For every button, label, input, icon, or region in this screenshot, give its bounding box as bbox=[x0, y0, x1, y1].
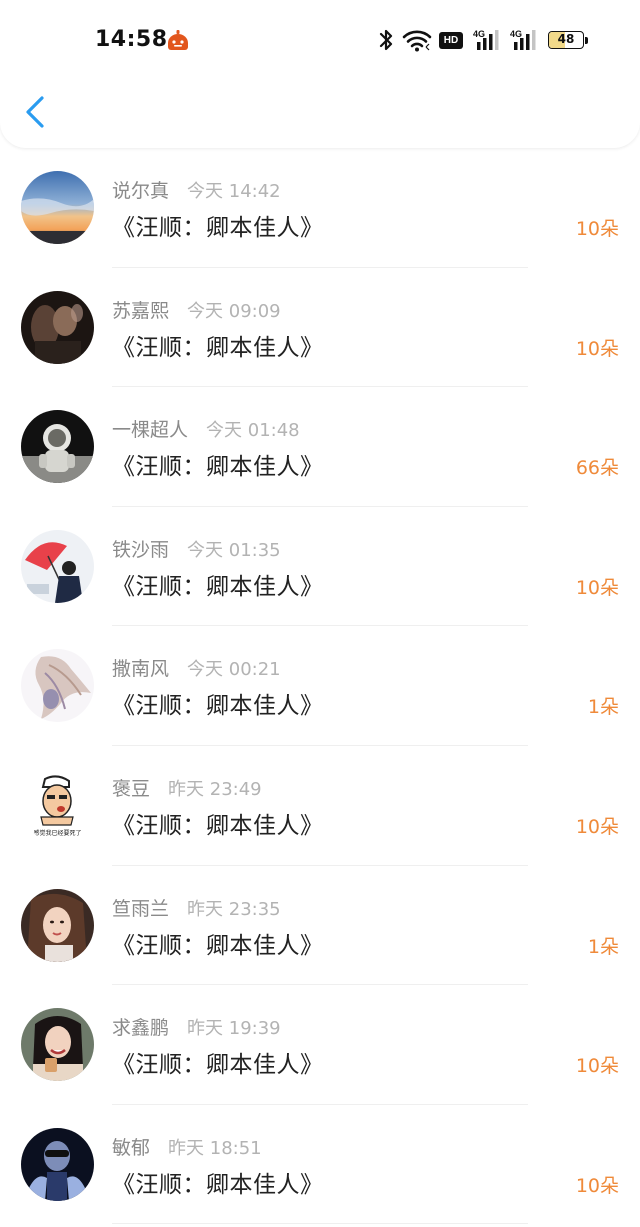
gift-record-list: 说尔真 今天 14:42 《汪顺：卿本佳人》 10朵 苏嘉熙 今天 09:09 《汪… bbox=[0, 148, 640, 1225]
user-name: 求鑫鹏 bbox=[112, 1017, 170, 1040]
header: 14:58 HD 4G 4G 48 bbox=[0, 0, 640, 148]
work-title: 《汪顺：卿本佳人》 bbox=[112, 1171, 324, 1198]
svg-text:4G: 4G bbox=[473, 29, 485, 39]
gift-amount: 1朵 bbox=[587, 935, 619, 958]
time-label: 今天 09:09 bbox=[187, 300, 281, 322]
gift-amount: 10朵 bbox=[575, 337, 619, 360]
list-item[interactable]: 铁沙雨 今天 01:35 《汪顺：卿本佳人》 10朵 bbox=[0, 507, 640, 627]
time-label: 今天 01:35 bbox=[187, 539, 281, 561]
avatar-caption: 感觉我已经要死了 bbox=[33, 829, 81, 837]
avatar[interactable] bbox=[21, 649, 94, 723]
user-name: 笪雨兰 bbox=[112, 897, 170, 920]
user-name: 敏郁 bbox=[112, 1136, 151, 1159]
list-item[interactable]: 一棵超人 今天 01:48 《汪顺：卿本佳人》 66朵 bbox=[0, 387, 640, 507]
wifi-icon bbox=[402, 27, 432, 57]
time-label: 今天 00:21 bbox=[187, 659, 281, 681]
signal-icon: 4G bbox=[473, 28, 503, 52]
list-item[interactable]: 苏嘉熙 今天 09:09 《汪顺：卿本佳人》 10朵 bbox=[0, 268, 640, 388]
avatar[interactable] bbox=[21, 1127, 94, 1201]
work-title: 《汪顺：卿本佳人》 bbox=[112, 215, 324, 241]
list-item[interactable]: 敏郁 昨天 18:51 《汪顺：卿本佳人》 10朵 bbox=[0, 1105, 640, 1225]
time-label: 昨天 19:39 bbox=[187, 1018, 281, 1040]
work-title: 《汪顺：卿本佳人》 bbox=[112, 573, 324, 600]
avatar[interactable] bbox=[21, 888, 94, 962]
battery-cap bbox=[585, 37, 588, 44]
hd-voice-icon: HD bbox=[439, 32, 463, 49]
gift-amount: 10朵 bbox=[575, 218, 619, 240]
avatar[interactable] bbox=[21, 1008, 94, 1082]
gift-amount: 10朵 bbox=[575, 576, 619, 599]
battery-level: 48 bbox=[557, 32, 575, 46]
work-title: 《汪顺：卿本佳人》 bbox=[112, 812, 324, 839]
signal-icon: 4G bbox=[510, 28, 540, 52]
time-label: 昨天 23:49 bbox=[168, 778, 262, 800]
svg-text:4G: 4G bbox=[510, 29, 522, 39]
gift-amount: 66朵 bbox=[575, 457, 619, 480]
time-label: 昨天 18:51 bbox=[168, 1137, 262, 1159]
gift-amount: 10朵 bbox=[575, 815, 619, 838]
bluetooth-icon bbox=[378, 27, 394, 57]
list-item[interactable]: 撒南风 今天 00:21 《汪顺：卿本佳人》 1朵 bbox=[0, 626, 640, 746]
user-name: 一棵超人 bbox=[112, 419, 189, 442]
gift-amount: 10朵 bbox=[575, 1174, 619, 1197]
avatar[interactable] bbox=[21, 290, 94, 364]
work-title: 《汪顺：卿本佳人》 bbox=[112, 454, 324, 481]
app-notification-icon bbox=[166, 30, 190, 52]
user-name: 撒南风 bbox=[112, 658, 170, 681]
user-name: 褒豆 bbox=[112, 777, 151, 800]
list-item[interactable]: 笪雨兰 昨天 23:35 《汪顺：卿本佳人》 1朵 bbox=[0, 866, 640, 986]
list-item[interactable]: 求鑫鹏 昨天 19:39 《汪顺：卿本佳人》 10朵 bbox=[0, 985, 640, 1105]
gift-amount: 1朵 bbox=[587, 696, 619, 719]
time-label: 今天 01:48 bbox=[206, 420, 300, 442]
user-name: 说尔真 bbox=[112, 180, 170, 202]
avatar[interactable] bbox=[21, 529, 94, 603]
work-title: 《汪顺：卿本佳人》 bbox=[112, 1052, 324, 1079]
status-time: 14:58 bbox=[95, 27, 168, 52]
list-item[interactable]: 说尔真 今天 14:42 《汪顺：卿本佳人》 10朵 bbox=[0, 148, 640, 268]
work-title: 《汪顺：卿本佳人》 bbox=[112, 334, 324, 361]
gift-amount: 10朵 bbox=[575, 1055, 619, 1078]
time-label: 今天 14:42 bbox=[187, 181, 281, 202]
battery-icon: 48 bbox=[548, 31, 584, 49]
back-button[interactable] bbox=[18, 90, 54, 134]
time-label: 昨天 23:35 bbox=[187, 898, 281, 920]
avatar[interactable] bbox=[21, 410, 94, 484]
list-item[interactable]: 感觉我已经要死了 褒豆 昨天 23:49 《汪顺：卿本佳人》 10朵 bbox=[0, 746, 640, 866]
avatar[interactable] bbox=[21, 171, 94, 244]
work-title: 《汪顺：卿本佳人》 bbox=[112, 932, 324, 959]
avatar[interactable]: 感觉我已经要死了 bbox=[21, 768, 94, 842]
chevron-left-icon bbox=[26, 96, 44, 128]
gift-list-screen: 14:58 HD 4G 4G 48 说尔真 今天 14:42 《汪顺：卿本佳人》… bbox=[0, 0, 640, 1227]
divider bbox=[112, 1223, 528, 1225]
user-name: 苏嘉熙 bbox=[112, 299, 170, 322]
work-title: 《汪顺：卿本佳人》 bbox=[112, 693, 324, 720]
user-name: 铁沙雨 bbox=[112, 538, 170, 561]
